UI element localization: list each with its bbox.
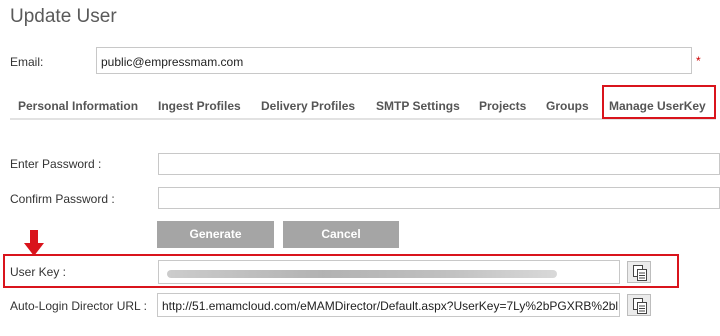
copy-user-key-button[interactable] — [627, 261, 651, 283]
cancel-button[interactable]: Cancel — [283, 221, 399, 248]
tab-ingest-profiles[interactable]: Ingest Profiles — [158, 99, 241, 113]
email-field[interactable]: public@empressmam.com — [96, 47, 692, 74]
confirm-password-label: Confirm Password : — [10, 192, 115, 206]
copy-auto-login-url-button[interactable] — [627, 294, 651, 316]
arrow-down-icon — [24, 230, 44, 256]
tab-delivery-profiles[interactable]: Delivery Profiles — [261, 99, 355, 113]
copy-icon — [633, 265, 647, 281]
tab-smtp-settings[interactable]: SMTP Settings — [376, 99, 460, 113]
tab-personal-information[interactable]: Personal Information — [18, 99, 138, 113]
required-indicator: * — [696, 54, 701, 68]
tab-highlight-box — [602, 85, 716, 119]
user-key-redaction — [167, 270, 557, 278]
copy-icon — [633, 298, 647, 314]
page-title: Update User — [10, 6, 117, 27]
enter-password-field[interactable] — [158, 153, 720, 175]
tab-groups[interactable]: Groups — [546, 99, 589, 113]
email-label: Email: — [10, 55, 44, 69]
auto-login-url-label: Auto-Login Director URL : — [10, 299, 147, 313]
enter-password-label: Enter Password : — [10, 157, 102, 171]
user-key-label: User Key : — [10, 265, 67, 279]
confirm-password-field[interactable] — [158, 187, 720, 209]
user-key-field[interactable] — [158, 260, 620, 284]
generate-button[interactable]: Generate — [157, 221, 274, 248]
auto-login-url-field[interactable]: http://51.emamcloud.com/eMAMDirector/Def… — [157, 293, 620, 317]
tab-projects[interactable]: Projects — [479, 99, 526, 113]
